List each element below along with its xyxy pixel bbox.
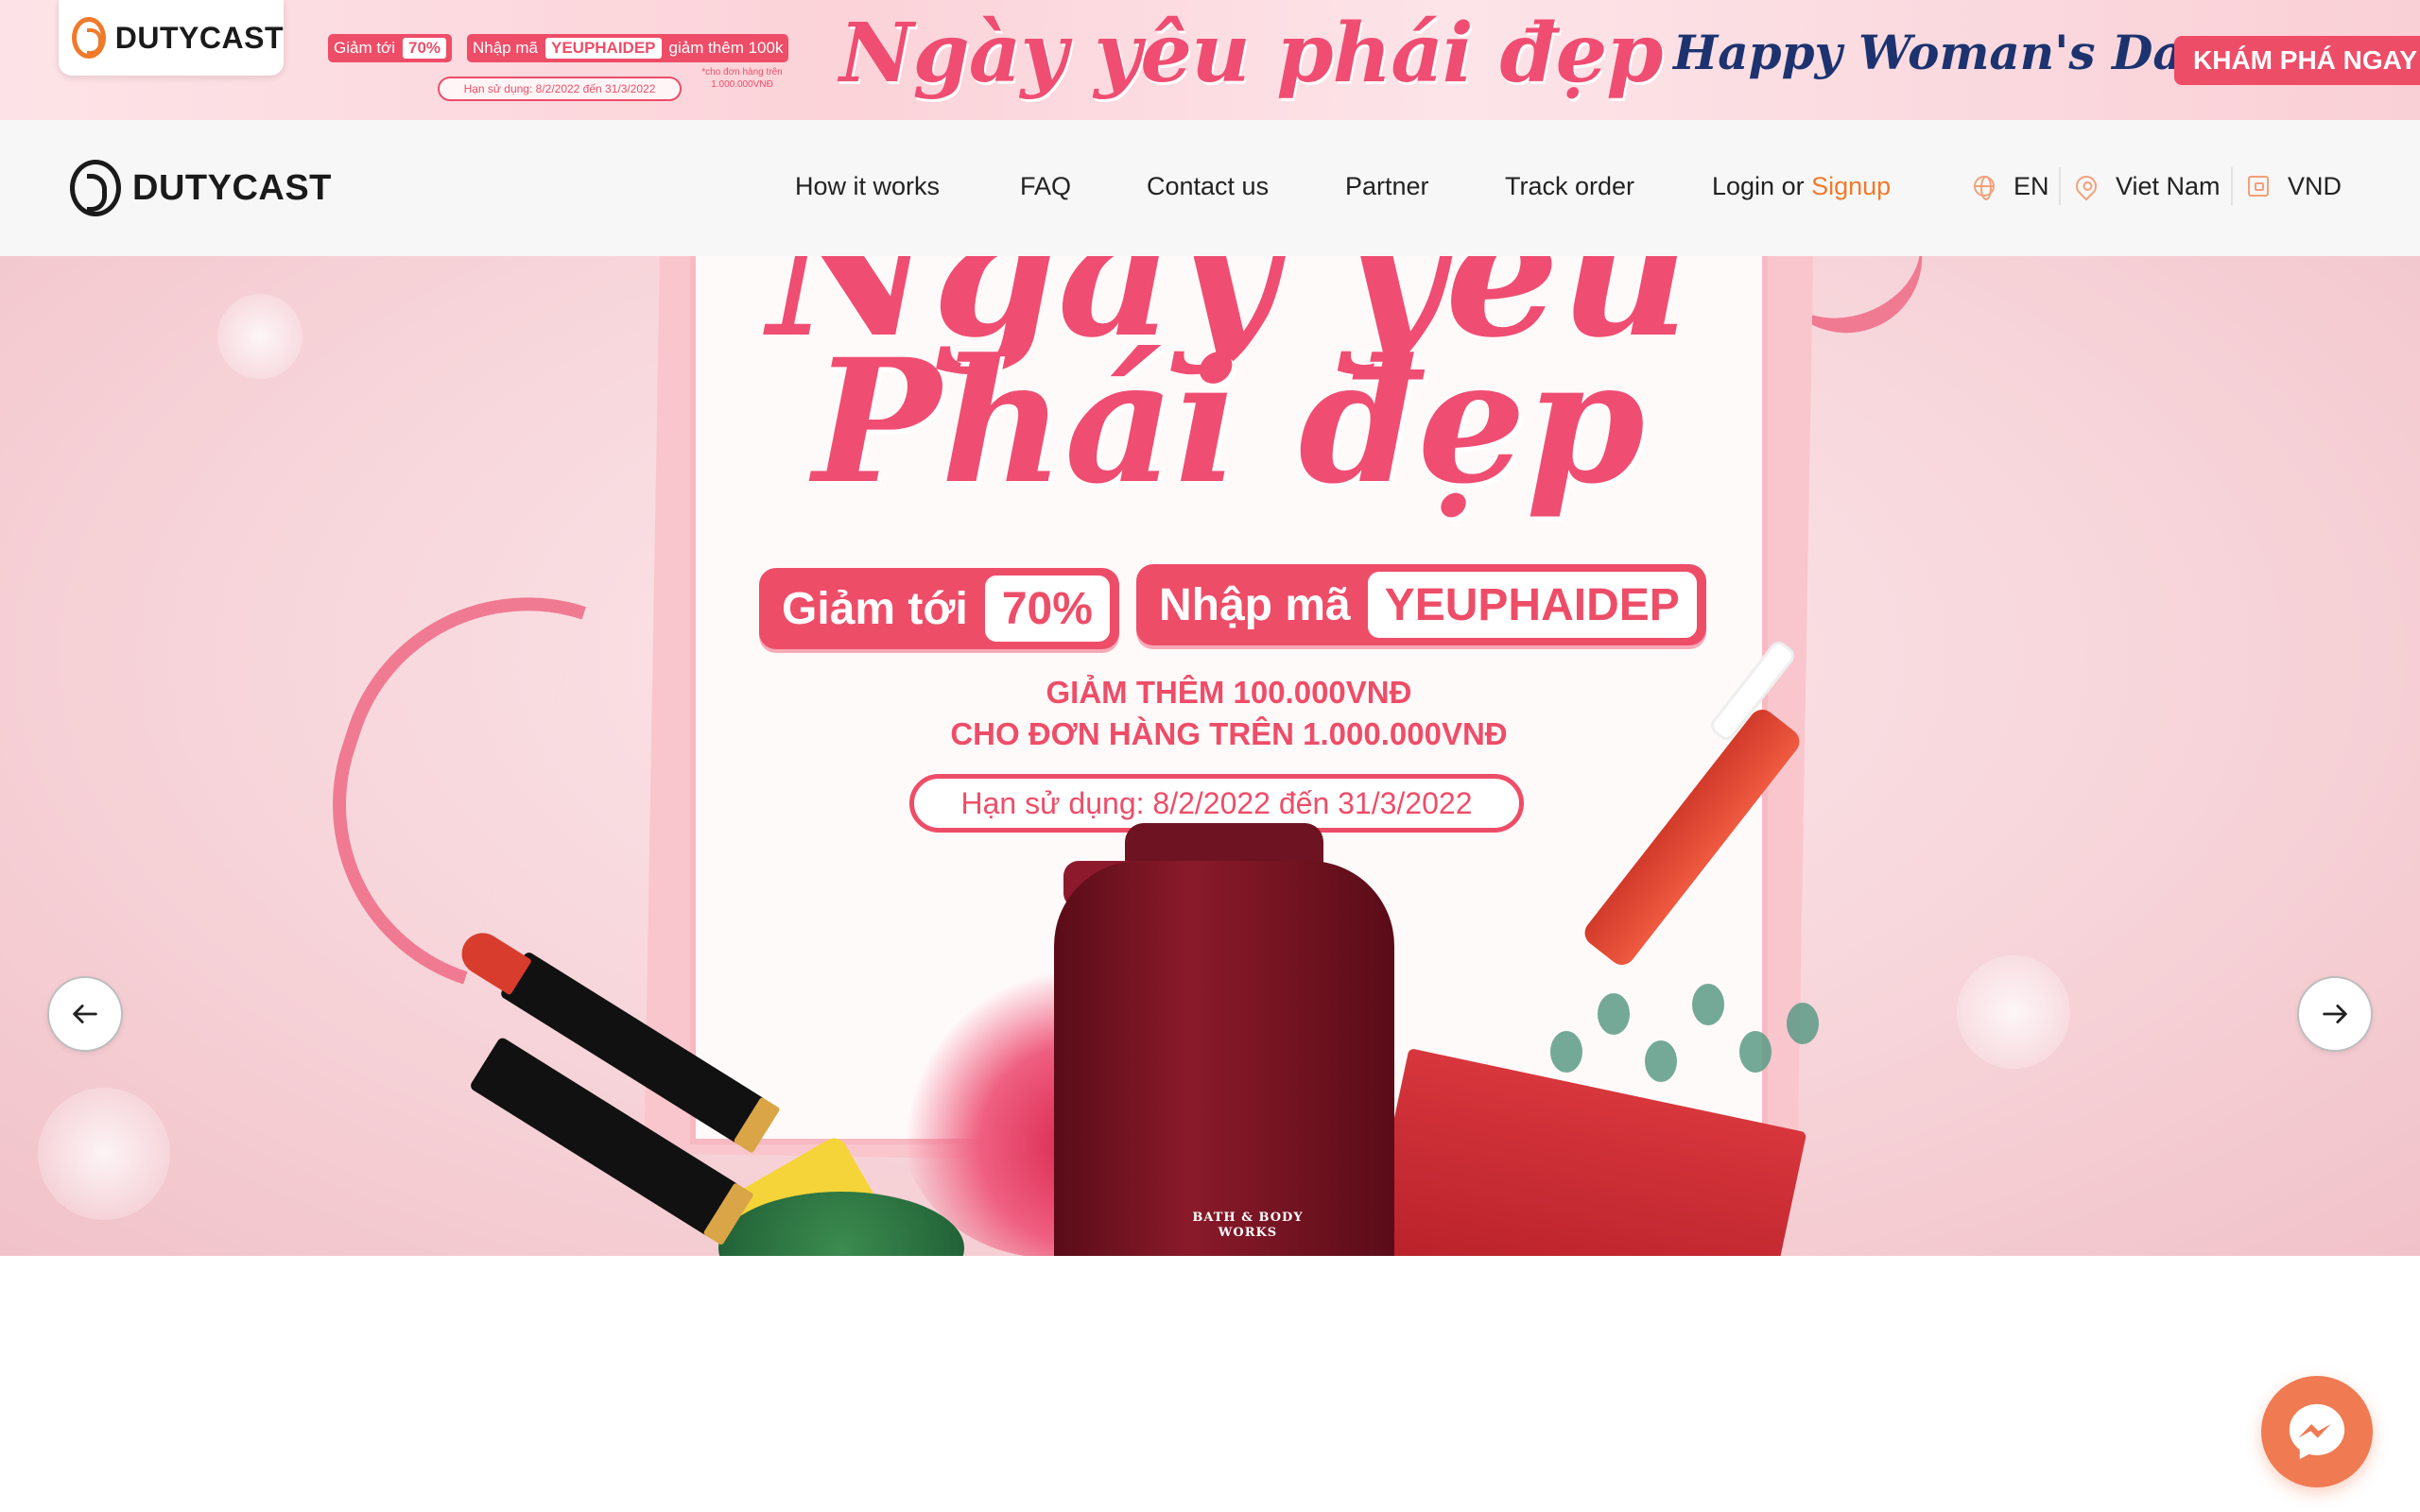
promo-script-title: Ngày yêu phái đẹp xyxy=(839,6,1664,101)
hero-code-value: YEUPHAIDEP xyxy=(1367,572,1697,638)
hero-discount-value: 70% xyxy=(984,576,1110,642)
hero-code-label: Nhập mã xyxy=(1159,579,1351,630)
sparkle xyxy=(38,1088,170,1220)
country-value: Viet Nam xyxy=(2116,171,2221,200)
arrow-left-icon xyxy=(73,1005,97,1023)
promo-validity: Hạn sử dụng: 8/2/2022 đến 31/3/2022 xyxy=(438,77,682,101)
dutycast-logo-icon xyxy=(72,17,106,59)
nav-partner[interactable]: Partner xyxy=(1345,172,1429,201)
nav-login-signup: Login or Signup xyxy=(1712,172,1891,201)
site-header: DUTYCAST How it works FAQ Contact us Par… xyxy=(0,120,2420,256)
promo-banner[interactable]: DUTYCAST Giảm tới 70% Nhập mã YEUPHAIDEP… xyxy=(0,0,2420,120)
wallet-icon xyxy=(2248,176,2269,197)
signup-link[interactable]: Signup xyxy=(1811,172,1891,200)
promo-code-value: YEUPHAIDEP xyxy=(544,38,662,59)
sparkle xyxy=(217,294,302,379)
language-selector[interactable]: EN xyxy=(1974,165,2049,207)
leaf xyxy=(1550,1031,1582,1073)
promo-discount-label: Giảm tới xyxy=(334,39,395,57)
slider-prev-button[interactable] xyxy=(47,976,123,1052)
main-nav: How it works FAQ Contact us Partner Trac… xyxy=(0,120,2420,256)
hero-offer-line2: CHO ĐƠN HÀNG TRÊN 1.000.000VNĐ xyxy=(950,716,1508,751)
nav-track-order[interactable]: Track order xyxy=(1505,172,1634,201)
hero-offer-line1: GIẢM THÊM 100.000VNĐ xyxy=(1046,675,1412,710)
hero-slider[interactable]: Ngày yêu Phái đẹp Giảm tới 70% Nhập mã Y… xyxy=(0,256,2420,1256)
promo-brand-name: DUTYCAST xyxy=(114,20,284,55)
globe-icon xyxy=(1974,176,1995,200)
currency-value: VND xyxy=(2288,171,2342,200)
messenger-icon xyxy=(2289,1403,2345,1460)
leaf xyxy=(1645,1040,1677,1082)
leaf xyxy=(1692,984,1724,1025)
arrow-right-icon xyxy=(2323,1005,2347,1023)
login-link[interactable]: Login or xyxy=(1712,172,1805,200)
promo-discount-value: 70% xyxy=(403,38,447,59)
promo-code-suffix: giảm thêm 100k xyxy=(668,39,784,57)
promo-note: *cho đơn hàng trên 1.000.000VNĐ xyxy=(701,67,783,90)
slider-next-button[interactable] xyxy=(2297,976,2373,1052)
leaf xyxy=(1598,993,1630,1035)
hero-discount-badge: Giảm tới 70% xyxy=(759,568,1119,649)
hero-title: Phái đẹp xyxy=(812,322,1646,522)
language-value: EN xyxy=(2014,171,2049,200)
soap-bottle-label: BATH & BODY WORKS xyxy=(1192,1211,1304,1240)
locale-divider xyxy=(2231,167,2233,205)
explore-now-button[interactable]: KHÁM PHÁ NGAY ▸ xyxy=(2174,36,2420,85)
soap-bottle-image xyxy=(1054,861,1394,1256)
locale-divider xyxy=(2059,167,2061,205)
sparkle xyxy=(1957,955,2070,1069)
promo-code-chip: Nhập mã YEUPHAIDEP giảm thêm 100k xyxy=(467,34,789,62)
hero-code-badge: Nhập mã YEUPHAIDEP xyxy=(1136,564,1706,645)
hero-offer-text: GIẢM THÊM 100.000VNĐ CHO ĐƠN HÀNG TRÊN 1… xyxy=(851,672,1607,755)
leaf xyxy=(1787,1003,1819,1044)
ribbon-decoration xyxy=(284,548,586,985)
promo-logo: DUTYCAST xyxy=(59,0,284,76)
currency-selector[interactable]: VND xyxy=(2248,165,2342,207)
nav-faq[interactable]: FAQ xyxy=(1020,172,1071,201)
messenger-chat-button[interactable] xyxy=(2261,1376,2373,1487)
location-pin-icon xyxy=(2071,171,2101,201)
nav-contact-us[interactable]: Contact us xyxy=(1147,172,1269,201)
leaf xyxy=(1739,1031,1772,1073)
nav-how-it-works[interactable]: How it works xyxy=(795,172,940,201)
country-selector[interactable]: Viet Nam xyxy=(2071,165,2221,207)
hero-discount-label: Giảm tới xyxy=(782,583,968,634)
explore-now-label: KHÁM PHÁ NGAY xyxy=(2193,45,2417,75)
promo-code-label: Nhập mã xyxy=(473,39,538,57)
promo-script-subtitle: Happy Woman's Day xyxy=(1673,25,2211,80)
promo-discount-chip: Giảm tới 70% xyxy=(328,34,453,62)
